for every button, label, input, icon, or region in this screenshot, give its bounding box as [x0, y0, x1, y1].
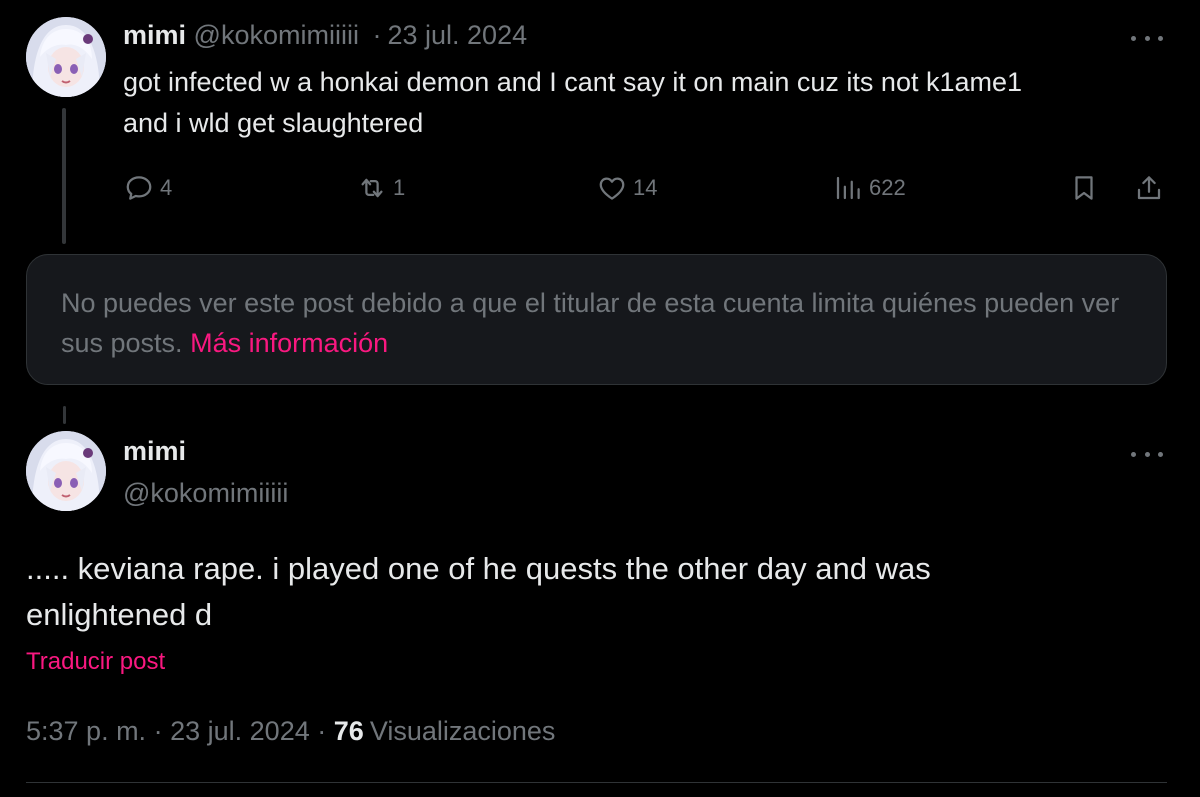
avatar-parent[interactable]	[26, 17, 106, 97]
user-handle[interactable]: @kokomimiiiii	[123, 478, 288, 509]
more-icon[interactable]	[1131, 449, 1163, 459]
user-handle[interactable]: @kokomimiiiii	[194, 20, 359, 50]
display-name[interactable]: mimi	[123, 436, 186, 467]
views-label: Visualizaciones	[369, 716, 556, 746]
parent-tweet-header: mimi @kokomimiiiii · 23 jul. 2024	[123, 20, 527, 51]
tweet-time[interactable]: 5:37 p. m.	[26, 716, 146, 746]
more-icon[interactable]	[1131, 33, 1163, 43]
tweet-date[interactable]: 23 jul. 2024	[387, 20, 527, 50]
avatar-image	[26, 17, 106, 97]
tweet-thread-view: mimi @kokomimiiiii · 23 jul. 2024 got inf…	[0, 0, 1200, 797]
views-icon	[836, 176, 860, 200]
tweet-text-line: enlightened d	[26, 597, 213, 632]
bookmark-button[interactable]	[1069, 172, 1099, 204]
reply-icon	[126, 176, 152, 200]
display-name[interactable]: mimi	[123, 20, 186, 50]
like-button[interactable]: 14	[597, 172, 657, 204]
bookmark-icon	[1075, 176, 1093, 200]
repost-button[interactable]: 1	[357, 172, 405, 204]
tweet-date[interactable]: 23 jul. 2024	[170, 716, 310, 746]
share-icon	[1137, 176, 1161, 200]
reply-button[interactable]: 4	[124, 172, 172, 204]
like-icon	[599, 177, 625, 200]
avatar-main[interactable]	[26, 431, 106, 511]
repost-count: 1	[393, 175, 406, 200]
reply-count: 4	[160, 175, 173, 200]
tweet-text-line: got infected w a honkai demon and I cant…	[123, 67, 1023, 97]
tweet-text-line: ..... keviana rape. i played one of he q…	[26, 551, 931, 586]
translate-post-link[interactable]: Traducir post	[26, 648, 165, 676]
separator-dot: ·	[153, 716, 163, 746]
view-count: 76	[333, 716, 364, 746]
tweet-meta: 5:37 p. m. · 23 jul. 2024 · 76 Visualizac…	[26, 716, 555, 747]
main-tweet-text: ..... keviana rape. i played one of he q…	[26, 546, 1156, 638]
thread-connector-line	[62, 108, 66, 244]
thread-connector-line	[63, 406, 66, 424]
parent-tweet-text: got infected w a honkai demon and I cant…	[123, 62, 1163, 144]
repost-icon	[361, 178, 383, 198]
restricted-post-notice: No puedes ver este post debido a que el …	[26, 254, 1167, 385]
tweet-text-line: and i wld get slaughtered	[123, 108, 424, 138]
share-button[interactable]	[1134, 172, 1164, 204]
more-info-link[interactable]: Más información	[190, 328, 388, 358]
avatar-image	[26, 431, 106, 511]
separator-dot: ·	[317, 716, 327, 746]
separator-dot: ·	[372, 20, 382, 50]
like-count: 14	[633, 175, 658, 200]
views-button[interactable]: 622	[833, 172, 906, 204]
divider	[26, 782, 1167, 783]
views-count: 622	[869, 175, 906, 200]
